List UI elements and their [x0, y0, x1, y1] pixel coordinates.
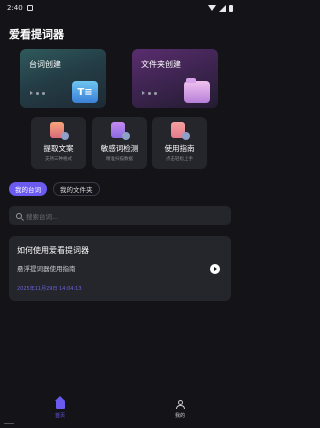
- nav-profile[interactable]: 我的: [150, 400, 210, 419]
- tool-sensitive-check[interactable]: 敏感词检测 精准扫描数据: [92, 117, 147, 169]
- create-script-card[interactable]: 台词创建 T≡: [20, 49, 106, 108]
- nav-home-label: 首页: [54, 413, 65, 419]
- script-list-item[interactable]: 如何使用爱看提词器 悬浮提词器使用指南 2025年11月29日 14:04:13: [9, 236, 231, 301]
- tool-title: 提取文案: [43, 144, 74, 153]
- guide-icon: [171, 122, 190, 140]
- extract-icon: [50, 122, 69, 140]
- nav-home[interactable]: 首页: [30, 396, 90, 419]
- tool-subtitle: 精准扫描数据: [106, 157, 133, 162]
- gesture-indicator: [4, 423, 14, 424]
- status-bar: 2:40: [0, 0, 240, 16]
- signal-icon: [219, 4, 226, 12]
- content-tabs: 我的台词 我的文件夹: [9, 182, 100, 196]
- notification-icon: [26, 5, 33, 11]
- sensitive-check-icon: [111, 122, 130, 140]
- search-placeholder: 搜索台词...: [26, 212, 59, 221]
- wifi-icon: [208, 5, 216, 11]
- playback-dots-icon: [30, 91, 45, 95]
- tab-my-folders[interactable]: 我的文件夹: [53, 182, 100, 196]
- profile-icon: [175, 400, 185, 409]
- tool-subtitle: 支持三种格式: [45, 157, 72, 162]
- document-icon: T≡: [72, 81, 98, 103]
- tool-title: 使用指南: [164, 144, 195, 153]
- playback-dots-icon: [142, 91, 157, 95]
- bottom-nav: 首页 我的: [0, 394, 240, 428]
- home-icon: [54, 396, 65, 409]
- tool-subtitle: 点击轻松上手: [166, 157, 193, 162]
- tool-user-guide[interactable]: 使用指南 点击轻松上手: [152, 117, 207, 169]
- search-input[interactable]: 搜索台词...: [9, 206, 231, 225]
- status-time: 2:40: [7, 4, 23, 12]
- battery-icon: [229, 4, 233, 12]
- tab-my-scripts[interactable]: 我的台词: [9, 182, 47, 196]
- create-folder-label: 文件夹创建: [141, 60, 181, 69]
- search-icon: [16, 212, 22, 219]
- script-title: 如何使用爱看提词器: [17, 246, 89, 255]
- tool-title: 敏感词检测: [100, 144, 139, 153]
- tool-extract-text[interactable]: 提取文案 支持三种格式: [31, 117, 86, 169]
- folder-icon: [184, 78, 210, 103]
- script-timestamp: 2025年11月29日 14:04:13: [17, 286, 82, 292]
- app-title: 爱看提词器: [9, 28, 64, 41]
- play-icon[interactable]: [210, 264, 220, 274]
- create-script-label: 台词创建: [29, 60, 61, 69]
- nav-profile-label: 我的: [174, 413, 185, 419]
- create-folder-card[interactable]: 文件夹创建: [132, 49, 218, 108]
- script-description: 悬浮提词器使用指南: [17, 265, 76, 273]
